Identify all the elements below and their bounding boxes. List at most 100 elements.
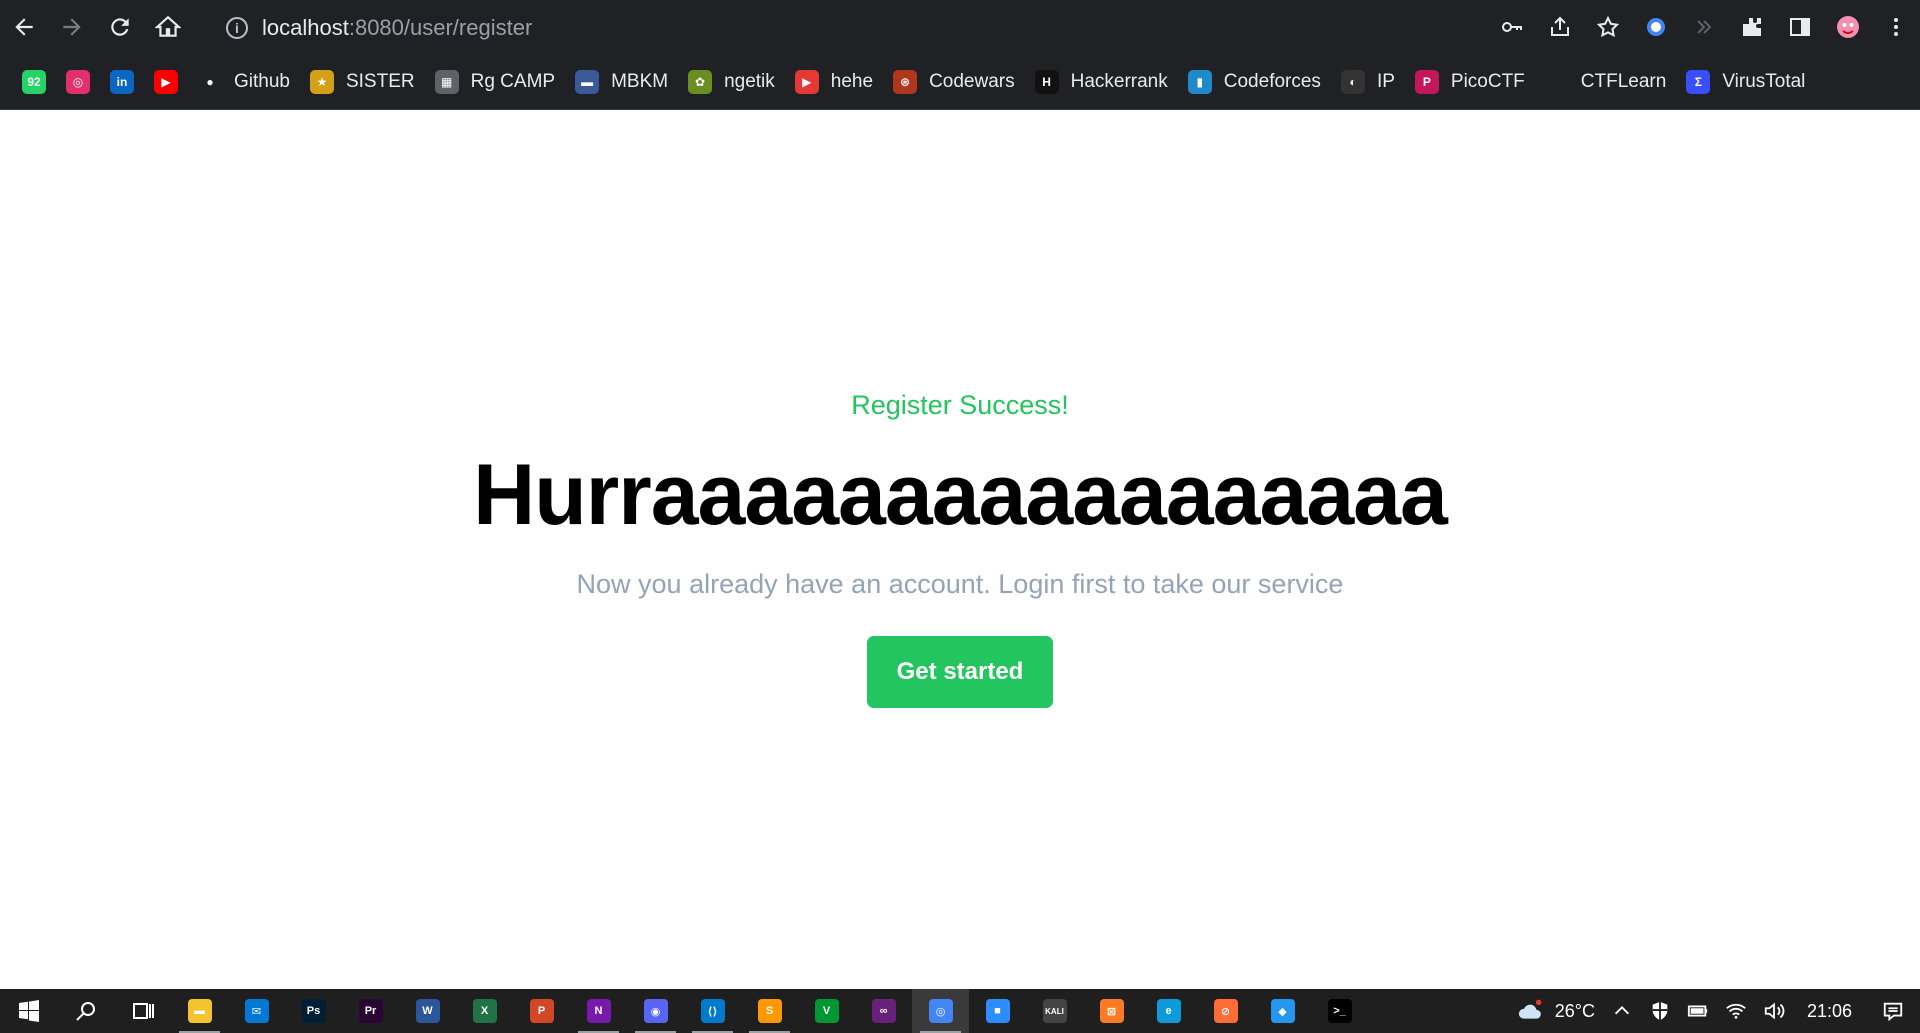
menu-button[interactable] [1872, 3, 1920, 51]
bookmark-codewars[interactable]: ⊛ Codewars [883, 62, 1025, 102]
page-content: Register Success! Hurraaaaaaaaaaaaaaaaa … [0, 110, 1920, 989]
file-explorer-icon: ▬ [187, 999, 212, 1023]
bookmark-label: PicoCTF [1450, 70, 1525, 92]
extensions-button[interactable] [1728, 3, 1776, 51]
taskbar-powerpoint[interactable]: P [513, 989, 570, 1033]
url-host: localhost [262, 15, 349, 40]
notifications-button[interactable] [1866, 1000, 1920, 1022]
taskbar-xampp[interactable]: ⊠ [1083, 989, 1140, 1033]
taskbar-edge[interactable]: e [1140, 989, 1197, 1033]
taskbar-chrome[interactable]: ◎ [912, 989, 969, 1033]
extension-button[interactable] [1632, 3, 1680, 51]
taskbar-terminal[interactable]: >_ [1311, 989, 1368, 1033]
reload-button[interactable] [96, 3, 144, 51]
zoom-icon: ■ [985, 999, 1010, 1023]
taskbar-onenote[interactable]: N [570, 989, 627, 1033]
search-button[interactable] [57, 989, 114, 1033]
photoshop-icon: Ps [301, 999, 326, 1023]
volume-tray-button[interactable] [1755, 1000, 1793, 1022]
key-icon [1502, 22, 1522, 32]
taskbar-zoom[interactable]: ■ [969, 989, 1026, 1033]
taskbar-kali[interactable]: KALI [1026, 989, 1083, 1033]
postman-icon: ⊘ [1213, 999, 1238, 1023]
back-button[interactable] [0, 3, 48, 51]
bookmark-github[interactable]: ● Github [188, 62, 300, 102]
taskbar-vscode[interactable]: ⟨⟩ [684, 989, 741, 1033]
edge-icon: e [1156, 999, 1181, 1023]
bookmark-ip[interactable]: ◐ IP [1331, 62, 1405, 102]
bookmark-label: ngetik [724, 70, 775, 92]
premiere-icon: Pr [358, 999, 383, 1023]
success-kicker: Register Success! [851, 390, 1069, 420]
bookmark-picoctf[interactable]: P PicoCTF [1405, 62, 1535, 102]
taskbar-mail[interactable]: ✉ [228, 989, 285, 1033]
page-subtitle: Now you already have an account. Login f… [576, 569, 1344, 599]
weather-widget[interactable]: 26°C [1505, 998, 1603, 1024]
onenote-icon: N [586, 999, 611, 1023]
password-key-button[interactable] [1488, 3, 1536, 51]
bookmark-sister[interactable]: ★ SISTER [300, 62, 425, 102]
battery-tray-button[interactable] [1679, 1000, 1717, 1022]
bookmark-whatsapp[interactable]: 92 [12, 62, 56, 102]
hackerrank-icon: H [1034, 69, 1059, 94]
mail-icon: ✉ [244, 999, 269, 1023]
forward-button[interactable] [48, 3, 96, 51]
side-panel-button[interactable] [1776, 3, 1824, 51]
share-button[interactable] [1536, 3, 1584, 51]
bookmark-hackerrank[interactable]: H Hackerrank [1025, 62, 1178, 102]
bookmark-codeforces[interactable]: ▮ Codeforces [1178, 62, 1331, 102]
chrome-icon: ◎ [928, 999, 953, 1023]
home-button[interactable] [144, 3, 192, 51]
bookmark-instagram[interactable]: ◎ [56, 62, 100, 102]
bookmarks-bar: 92 ◎ in ▶ ● Github ★ SISTER ▦ Rg CAMP ▬ MBKM ✿ ngetik… [0, 54, 1920, 110]
address-bar[interactable]: i localhost:8080/user/register [212, 9, 1462, 47]
rgcamp-icon: ▦ [434, 69, 459, 94]
start-button[interactable] [0, 989, 57, 1033]
arrow-right-icon [63, 18, 81, 36]
docker-icon: ◆ [1270, 999, 1295, 1023]
taskbar-postman[interactable]: ⊘ [1197, 989, 1254, 1033]
show-hidden-icons-button[interactable] [1603, 1000, 1641, 1022]
bookmark-label: Codeforces [1223, 70, 1321, 92]
bookmark-rg-camp[interactable]: ▦ Rg CAMP [425, 62, 565, 102]
profile-button[interactable] [1824, 3, 1872, 51]
kebab-menu-icon [1894, 18, 1898, 36]
taskbar-photoshop[interactable]: Ps [285, 989, 342, 1033]
bookmark-hehe[interactable]: ▶ hehe [785, 62, 883, 102]
taskbar-visual-studio[interactable]: ∞ [855, 989, 912, 1033]
site-info-icon[interactable]: i [226, 17, 248, 39]
get-started-button[interactable]: Get started [866, 636, 1054, 708]
clock[interactable]: 21:06 [1793, 1001, 1866, 1022]
extension-chevron-button[interactable] [1680, 3, 1728, 51]
weather-temp: 26°C [1554, 1000, 1595, 1021]
notification-icon [1883, 1002, 1903, 1022]
sublime-icon: S [757, 999, 782, 1023]
bookmark-youtube[interactable]: ▶ [144, 62, 188, 102]
taskbar-apps: ▬ ✉ Ps Pr W X P N ◉ ⟨⟩ S V ∞ ◎ ■ KALI ⊠ e ⊘ ◆ >_ [171, 989, 1368, 1033]
powerpoint-icon: P [529, 999, 554, 1023]
taskbar-premiere[interactable]: Pr [342, 989, 399, 1033]
task-view-button[interactable] [114, 989, 171, 1033]
bookmark-ngetik[interactable]: ✿ ngetik [678, 62, 785, 102]
battery-icon [1687, 1005, 1708, 1017]
bookmark-virustotal[interactable]: Σ VirusTotal [1676, 62, 1815, 102]
taskbar-word[interactable]: W [399, 989, 456, 1033]
bookmark-mbkm[interactable]: ▬ MBKM [565, 62, 678, 102]
bookmark-linkedin[interactable]: in [100, 62, 144, 102]
bookmark-ctflearn[interactable]: CTFLearn [1535, 62, 1677, 102]
security-tray-button[interactable] [1641, 1000, 1679, 1022]
word-icon: W [415, 999, 440, 1023]
wifi-tray-button[interactable] [1717, 1000, 1755, 1022]
taskbar-excel[interactable]: X [456, 989, 513, 1033]
taskbar-sublime[interactable]: S [741, 989, 798, 1033]
cloud-icon [1518, 999, 1542, 1019]
taskbar-discord[interactable]: ◉ [627, 989, 684, 1033]
bookmark-label: Hackerrank [1070, 70, 1168, 92]
discord-icon: ◉ [643, 999, 668, 1023]
taskbar-vim[interactable]: V [798, 989, 855, 1033]
bookmark-label: hehe [830, 70, 874, 92]
taskbar-file-explorer[interactable]: ▬ [171, 989, 228, 1033]
bookmark-star-button[interactable] [1584, 3, 1632, 51]
extension-circle-icon [1647, 18, 1665, 36]
taskbar-docker[interactable]: ◆ [1254, 989, 1311, 1033]
